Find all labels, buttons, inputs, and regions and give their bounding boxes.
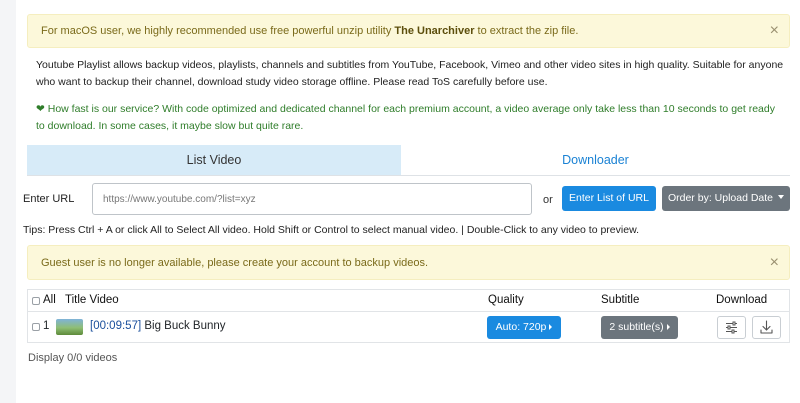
url-label: Enter URL bbox=[23, 193, 75, 205]
tab-downloader[interactable]: Downloader bbox=[401, 145, 790, 175]
service-description: Youtube Playlist allows backup videos, p… bbox=[36, 59, 784, 88]
download-button[interactable] bbox=[752, 316, 781, 339]
table-header: All Title Video Quality Subtitle Downloa… bbox=[28, 290, 789, 312]
video-thumbnail[interactable] bbox=[56, 319, 83, 335]
tab-bar: List Video Downloader bbox=[27, 145, 790, 176]
tips-text: Tips: Press Ctrl + A or click All to Sel… bbox=[23, 224, 639, 236]
order-by-dropdown[interactable]: Order by: Upload Date bbox=[662, 186, 790, 211]
order-by-label: Order by: Upload Date bbox=[667, 192, 774, 204]
quality-label: Auto: 720p bbox=[495, 321, 547, 333]
display-count: Display 0/0 videos bbox=[28, 352, 118, 364]
video-table: All Title Video Quality Subtitle Downloa… bbox=[27, 289, 790, 343]
or-label: or bbox=[543, 194, 553, 206]
subtitle-button[interactable]: 2 subtitle(s) bbox=[601, 316, 678, 339]
header-quality: Quality bbox=[488, 294, 524, 306]
heart-icon: ❤ bbox=[36, 103, 45, 115]
settings-button[interactable] bbox=[717, 316, 746, 339]
enter-list-button[interactable]: Enter List of URL bbox=[562, 186, 656, 211]
caret-down-icon bbox=[778, 195, 785, 199]
page: For macOS user, we highly recommended us… bbox=[0, 0, 800, 403]
tab-list-video[interactable]: List Video bbox=[27, 145, 401, 175]
speed-note: ❤ How fast is our service? With code opt… bbox=[36, 101, 786, 135]
video-duration: [00:09:57] bbox=[90, 320, 142, 332]
row-index: 1 bbox=[43, 320, 50, 332]
video-title: Big Buck Bunny bbox=[144, 320, 226, 332]
caret-right-icon bbox=[549, 324, 553, 330]
sliders-icon bbox=[726, 321, 737, 334]
subtitle-label: 2 subtitle(s) bbox=[609, 321, 664, 333]
select-all-checkbox[interactable] bbox=[32, 297, 40, 305]
close-icon[interactable]: × bbox=[770, 23, 779, 39]
macos-alert-prefix: For macOS user, we highly recommended us… bbox=[41, 25, 395, 37]
header-title: Title Video bbox=[65, 294, 119, 306]
quality-button[interactable]: Auto: 720p bbox=[487, 316, 561, 339]
speed-note-text: How fast is our service? With code optim… bbox=[36, 103, 775, 132]
row-checkbox[interactable] bbox=[32, 323, 40, 331]
video-title-cell[interactable]: [00:09:57] Big Buck Bunny bbox=[90, 320, 226, 332]
header-download: Download bbox=[716, 294, 768, 306]
left-rail bbox=[0, 0, 16, 403]
header-subtitle: Subtitle bbox=[601, 294, 640, 306]
guest-alert: Guest user is no longer available, pleas… bbox=[27, 245, 790, 280]
close-icon[interactable]: × bbox=[770, 254, 779, 271]
guest-alert-message: Guest user is no longer available, pleas… bbox=[41, 256, 429, 269]
macos-alert-suffix: to extract the zip file. bbox=[474, 25, 579, 37]
table-row[interactable]: 1 [00:09:57] Big Buck Bunny Auto: 720p 2… bbox=[28, 311, 789, 343]
url-input[interactable] bbox=[92, 183, 532, 215]
main-content: For macOS user, we highly recommended us… bbox=[16, 0, 800, 403]
macos-alert-message: For macOS user, we highly recommended us… bbox=[41, 25, 578, 37]
header-all[interactable]: All bbox=[43, 294, 56, 306]
caret-right-icon bbox=[666, 324, 670, 330]
unarchiver-link[interactable]: The Unarchiver bbox=[394, 25, 474, 37]
macos-alert: For macOS user, we highly recommended us… bbox=[27, 14, 790, 48]
download-icon bbox=[760, 320, 773, 334]
